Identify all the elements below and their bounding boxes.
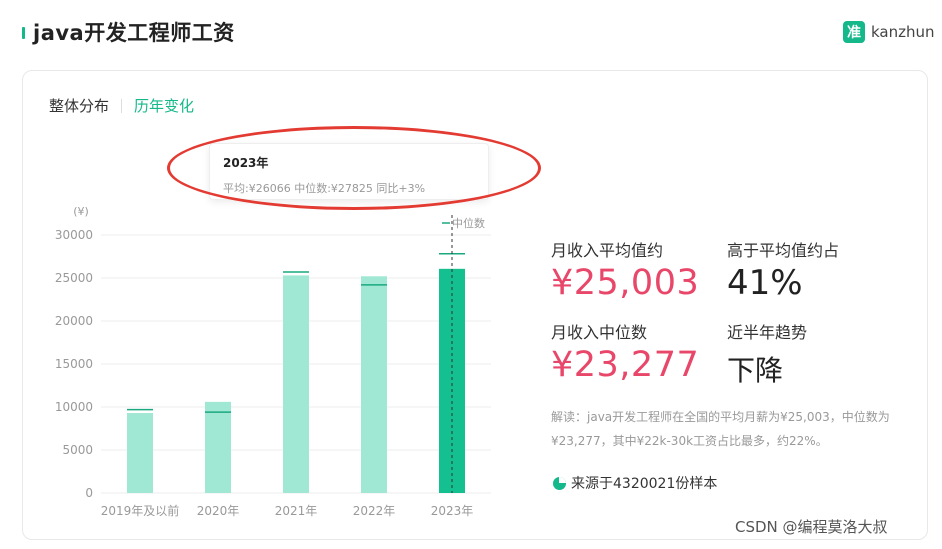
y-tick-label-0: 0 [85, 486, 93, 500]
tooltip-body: 平均:¥26066 中位数:¥27825 同比+3% [223, 182, 426, 195]
stat-trend-value: 下降 [727, 354, 784, 387]
stat-average-value: ¥25,003 [551, 263, 700, 303]
salary-description: 解读：java开发工程师在全国的平均月薪为¥25,003，中位数为¥23,277… [551, 410, 890, 448]
title-accent-bar [22, 27, 25, 39]
header: java开发工程师工资 准 kanzhun [0, 0, 942, 66]
pie-chart-icon [553, 476, 566, 490]
y-tick-label-25000: 25000 [55, 271, 93, 285]
bar-2[interactable] [283, 275, 309, 493]
x-tick-label-4: 2023年 [431, 504, 474, 518]
page-title: java开发工程师工资 [33, 21, 235, 45]
chart-tooltip: 2023年 平均:¥26066 中位数:¥27825 同比+3% [209, 143, 489, 200]
kanzhun-logo-text: kanzhun [871, 23, 935, 41]
legend-median-label: 中位数 [452, 216, 485, 230]
x-tick-label-3: 2022年 [353, 504, 396, 518]
y-axis-unit-label: (¥) [73, 205, 89, 218]
stat-trend: 近半年趋势 下降 [727, 319, 807, 389]
stat-above-average: 高于平均值约占 41% [727, 237, 839, 303]
bar-0[interactable] [127, 413, 153, 493]
stat-median: 月收入中位数 ¥23,277 [551, 319, 699, 385]
x-tick-label-1: 2020年 [197, 504, 240, 518]
stat-trend-label: 近半年趋势 [727, 323, 808, 342]
x-tick-label-0: 2019年及以前 [101, 503, 180, 518]
stat-average: 月收入平均值约 ¥25,003 [551, 237, 699, 303]
bar-3[interactable] [361, 276, 387, 493]
salary-card: 整体分布 历年变化 (¥) 0 5000 10000 15000 20000 25000 30… [22, 70, 928, 540]
tooltip-title: 2023年 [223, 156, 269, 170]
stat-above-average-label: 高于平均值约占 [727, 241, 840, 260]
sample-source: 来源于4320021份样本 [553, 473, 717, 493]
sample-source-text: 来源于4320021份样本 [571, 476, 718, 492]
y-tick-label-30000: 30000 [55, 228, 93, 242]
y-tick-label-10000: 10000 [55, 400, 93, 414]
csdn-watermark: CSDN @编程莫洛大叔 [735, 518, 888, 536]
y-tick-label-15000: 15000 [55, 357, 93, 371]
y-tick-label-20000: 20000 [55, 314, 93, 328]
bar-4[interactable] [439, 268, 465, 493]
stat-median-value: ¥23,277 [551, 345, 700, 385]
stat-average-label: 月收入平均值约 [551, 241, 664, 260]
kanzhun-logo[interactable]: 准 kanzhun [843, 21, 935, 43]
stat-above-average-value: 41% [727, 263, 803, 303]
stat-median-label: 月收入中位数 [551, 323, 648, 342]
y-tick-label-5000: 5000 [62, 443, 93, 457]
kanzhun-logo-icon: 准 [843, 21, 865, 43]
salary-bar-chart[interactable]: (¥) 0 5000 10000 15000 20000 25000 30000 2019年及以… [23, 71, 929, 541]
x-tick-label-2: 2021年 [275, 504, 318, 518]
bar-1[interactable] [205, 401, 231, 493]
